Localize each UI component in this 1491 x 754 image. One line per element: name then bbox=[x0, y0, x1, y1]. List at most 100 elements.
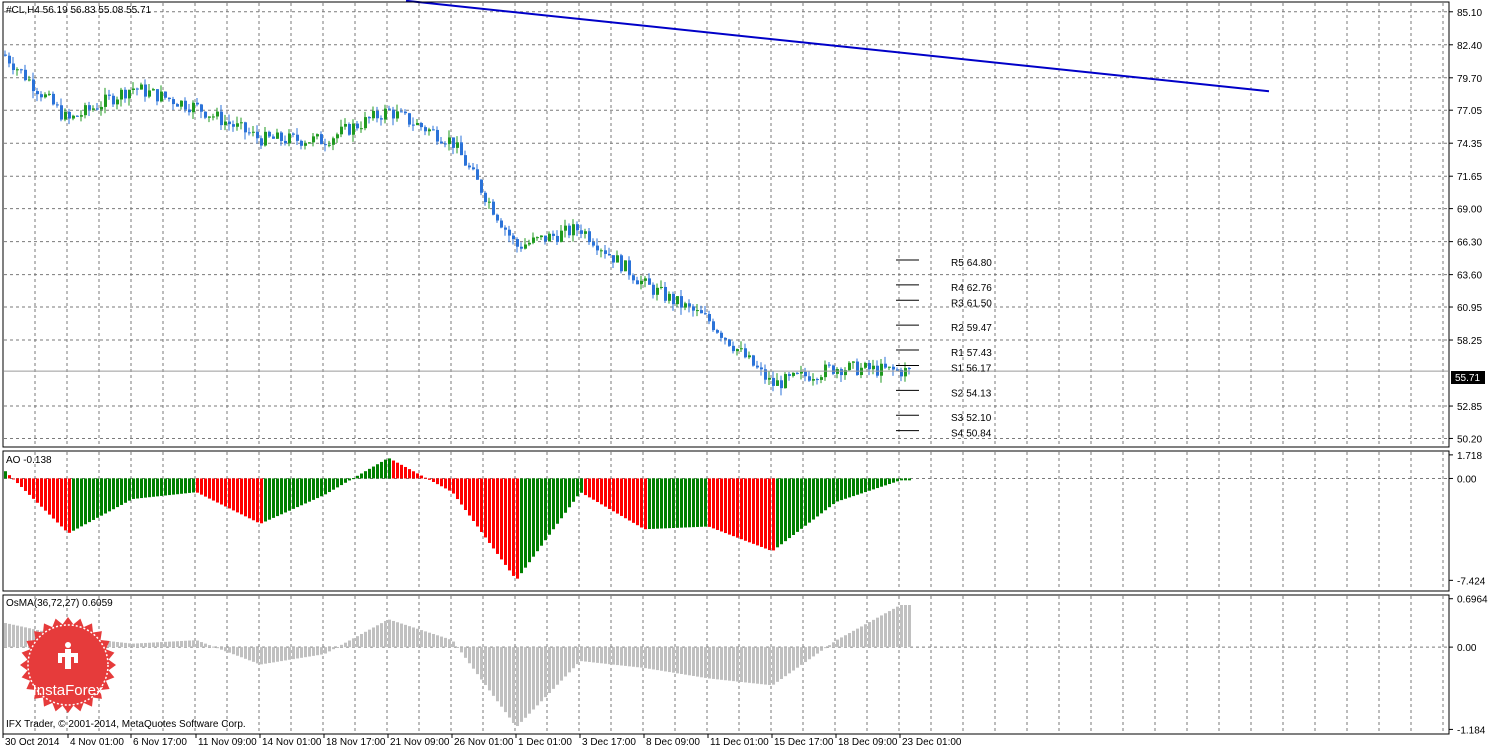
candle-bull bbox=[396, 111, 399, 119]
ao-histogram-bar bbox=[804, 478, 807, 526]
ao-histogram-bar bbox=[388, 458, 391, 479]
osma-histogram-bar bbox=[164, 641, 167, 648]
ao-histogram-bar bbox=[576, 478, 579, 497]
candle-bear bbox=[424, 127, 427, 132]
candle-bull bbox=[572, 224, 575, 236]
ao-histogram-bar bbox=[884, 478, 887, 486]
osma-histogram-bar bbox=[296, 647, 299, 659]
osma-histogram-bar bbox=[524, 647, 527, 718]
osma-histogram-bar bbox=[540, 647, 543, 702]
candle-bear bbox=[868, 362, 871, 370]
ao-histogram-bar bbox=[16, 478, 19, 484]
ao-histogram-bar bbox=[484, 478, 487, 538]
ao-histogram-bar bbox=[640, 478, 643, 528]
ao-histogram-bar bbox=[896, 478, 899, 482]
pivot-level-label: R5 64.80 bbox=[951, 258, 992, 269]
osma-histogram-bar bbox=[456, 646, 459, 648]
ao-histogram-bar bbox=[260, 478, 263, 524]
ao-histogram-bar bbox=[652, 478, 655, 529]
time-axis-label: 4 Nov 01:00 bbox=[70, 737, 124, 748]
osma-histogram-bar bbox=[760, 647, 763, 685]
candle-bear bbox=[272, 136, 275, 139]
ao-histogram-bar bbox=[812, 478, 815, 520]
ao-histogram-bar bbox=[460, 478, 463, 505]
osma-histogram-bar bbox=[636, 647, 639, 668]
osma-histogram-bar bbox=[792, 647, 795, 671]
osma-histogram-bar bbox=[872, 619, 875, 648]
ao-histogram-bar bbox=[276, 478, 279, 517]
osma-histogram-bar bbox=[812, 647, 815, 657]
candle-bull bbox=[28, 79, 31, 81]
osma-histogram-bar bbox=[368, 629, 371, 648]
osma-histogram-bar bbox=[268, 647, 271, 664]
candle-bear bbox=[156, 89, 159, 102]
osma-histogram-bar bbox=[528, 647, 531, 714]
osma-histogram-bar bbox=[548, 647, 551, 694]
candle-bull bbox=[316, 134, 319, 137]
osma-histogram-bar bbox=[608, 647, 611, 665]
candle-bull bbox=[224, 121, 227, 126]
candle-bull bbox=[776, 380, 779, 386]
ao-histogram-bar bbox=[104, 478, 107, 514]
osma-histogram-bar bbox=[504, 647, 507, 713]
ao-histogram-bar bbox=[24, 478, 27, 491]
ao-histogram-bar bbox=[736, 478, 739, 538]
candle-bear bbox=[412, 124, 415, 126]
ao-histogram-bar bbox=[548, 478, 551, 535]
ao-histogram-bar bbox=[860, 478, 863, 494]
candle-bear bbox=[568, 225, 571, 236]
candle-bear bbox=[400, 111, 403, 113]
ao-histogram-bar bbox=[516, 478, 519, 579]
osma-histogram-bar bbox=[676, 647, 679, 674]
ao-histogram-bar bbox=[836, 478, 839, 502]
candle-bull bbox=[524, 244, 527, 249]
candle-bear bbox=[168, 97, 171, 100]
ao-histogram-bar bbox=[364, 471, 367, 479]
osma-histogram-bar bbox=[520, 647, 523, 722]
ao-histogram-bar bbox=[480, 478, 483, 532]
candle-bull bbox=[208, 116, 211, 118]
candle-bear bbox=[220, 111, 223, 126]
trading-chart-window[interactable]: 85.10 82.40 79.70 77.05 74.35 71.65 69.00 66.30… bbox=[0, 0, 1491, 749]
ao-histogram-bar bbox=[596, 478, 599, 503]
candle-bull bbox=[800, 371, 803, 374]
ao-histogram-bar bbox=[608, 478, 611, 509]
candle-bull bbox=[252, 131, 255, 133]
candle-bear bbox=[136, 88, 139, 90]
candle-bear bbox=[144, 84, 147, 97]
chart-canvas[interactable]: 85.10 82.40 79.70 77.05 74.35 71.65 69.00 66.30… bbox=[0, 0, 1491, 749]
candle-bear bbox=[260, 138, 263, 146]
candle-bear bbox=[592, 242, 595, 246]
pivot-level-name: R2 bbox=[951, 323, 964, 334]
osma-histogram-bar bbox=[596, 647, 599, 663]
pivot-level-name: R5 bbox=[951, 258, 964, 269]
ao-axis-label: 1.718 bbox=[1457, 451, 1482, 462]
ao-histogram-bar bbox=[108, 478, 111, 512]
candle-bear bbox=[728, 339, 731, 346]
time-axis-label: 11 Dec 01:00 bbox=[710, 737, 769, 748]
candle-bear bbox=[4, 54, 7, 56]
candle-bull bbox=[792, 372, 795, 376]
candle-bear bbox=[808, 376, 811, 381]
candle-bear bbox=[12, 63, 15, 71]
ao-histogram-bar bbox=[12, 478, 15, 480]
candle-bull bbox=[384, 108, 387, 120]
osma-histogram-bar bbox=[552, 647, 555, 689]
osma-histogram-bar bbox=[816, 647, 819, 654]
current-price-tag: 55.71 bbox=[1451, 371, 1485, 384]
osma-histogram-bar bbox=[560, 647, 563, 681]
ao-histogram-bar bbox=[268, 478, 271, 520]
ao-histogram-bar bbox=[224, 478, 227, 507]
instaforex-logo-icon: InstaForex bbox=[20, 617, 116, 713]
candle-bull bbox=[456, 142, 459, 148]
candle-bear bbox=[832, 365, 835, 374]
osma-histogram-bar bbox=[284, 647, 287, 661]
osma-histogram-bar bbox=[288, 647, 291, 660]
ao-histogram-bar bbox=[624, 478, 627, 519]
ao-histogram-bar bbox=[332, 478, 335, 490]
osma-histogram-bar bbox=[624, 647, 627, 666]
ao-histogram-bar bbox=[452, 478, 455, 494]
time-axis-label: 21 Nov 09:00 bbox=[390, 737, 450, 748]
candle-bear bbox=[664, 286, 667, 301]
candle-bull bbox=[116, 99, 119, 105]
